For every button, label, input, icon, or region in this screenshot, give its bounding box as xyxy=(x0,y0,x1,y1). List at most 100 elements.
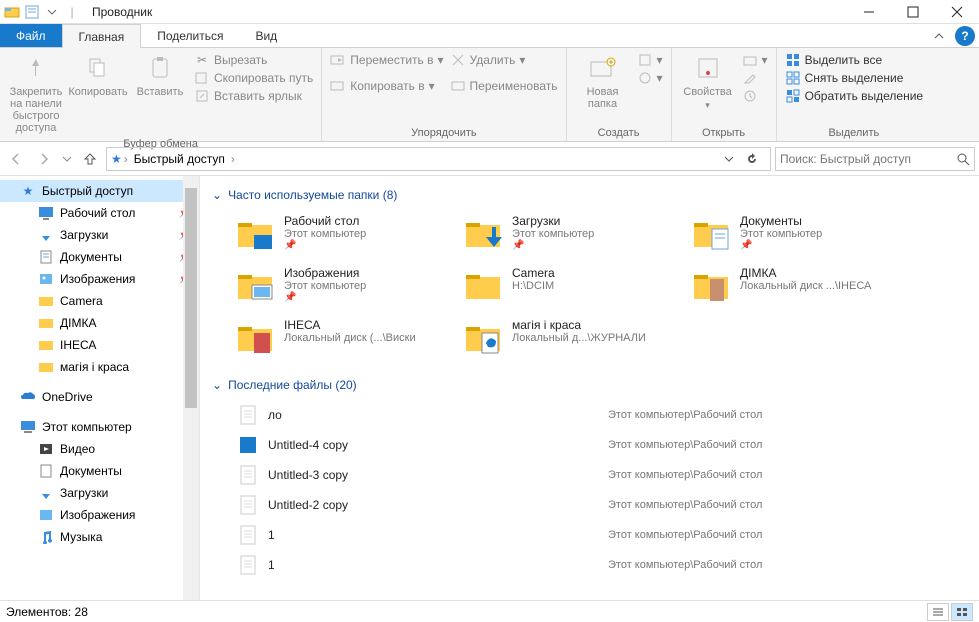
nav-pictures[interactable]: Изображения📌 xyxy=(0,268,199,290)
videos-icon xyxy=(38,441,54,457)
forward-button[interactable] xyxy=(32,147,56,171)
nav-documents2[interactable]: Документы xyxy=(0,460,199,482)
delete-button[interactable]: Удалить ▾ xyxy=(450,52,558,68)
folder-item[interactable]: ДІМКАЛокальный диск ...\ІНЕСА xyxy=(688,262,908,310)
move-to-button[interactable]: Переместить в ▾ xyxy=(330,52,443,68)
file-item[interactable]: Untitled-2 copyЭтот компьютер\Рабочий ст… xyxy=(232,490,975,520)
invert-selection-button[interactable]: Обратить выделение xyxy=(785,88,924,104)
folder-icon xyxy=(236,266,276,306)
nav-videos[interactable]: Видео xyxy=(0,438,199,460)
edit-button[interactable] xyxy=(742,70,768,86)
pin-icon: 📌 xyxy=(284,240,366,251)
scrollbar-thumb[interactable] xyxy=(185,188,197,408)
breadcrumb-root[interactable]: Быстрый доступ xyxy=(130,152,229,166)
close-button[interactable] xyxy=(935,0,979,24)
cut-button[interactable]: ✂Вырезать xyxy=(194,52,313,68)
nav-pictures2[interactable]: Изображения xyxy=(0,504,199,526)
search-input[interactable] xyxy=(780,152,956,166)
copy-path-button[interactable]: Скопировать путь xyxy=(194,70,313,86)
quick-access-toolbar: | xyxy=(0,4,84,20)
folder-name: Загрузки xyxy=(512,214,594,228)
nav-magia[interactable]: магія і краса xyxy=(0,356,199,378)
search-box[interactable] xyxy=(775,147,975,171)
nav-camera[interactable]: Camera xyxy=(0,290,199,312)
file-item[interactable]: 1Этот компьютер\Рабочий стол xyxy=(232,520,975,550)
recent-locations-button[interactable] xyxy=(60,147,74,171)
maximize-button[interactable] xyxy=(891,0,935,24)
properties-button[interactable]: Свойства ▾ xyxy=(678,50,738,113)
tab-share[interactable]: Поделиться xyxy=(141,24,239,47)
nav-onedrive[interactable]: OneDrive xyxy=(0,386,199,408)
tab-file[interactable]: Файл xyxy=(0,24,62,47)
ribbon-collapse-button[interactable] xyxy=(927,24,951,47)
file-item[interactable]: лоЭтот компьютер\Рабочий стол xyxy=(232,400,975,430)
folder-item[interactable]: CameraH:\DCIM xyxy=(460,262,680,310)
help-button[interactable]: ? xyxy=(955,26,975,46)
pin-to-quickaccess-button[interactable]: Закрепить на панели быстрого доступа xyxy=(6,50,66,136)
qat-sep: | xyxy=(64,4,80,20)
folder-item[interactable]: Рабочий столЭтот компьютер📌 xyxy=(232,210,452,258)
select-none-button[interactable]: Снять выделение xyxy=(785,70,924,86)
folder-icon xyxy=(464,214,504,254)
folder-name: Документы xyxy=(740,214,822,228)
search-icon[interactable] xyxy=(956,152,970,166)
nav-downloads2[interactable]: Загрузки xyxy=(0,482,199,504)
navigation-pane[interactable]: ★Быстрый доступ Рабочий стол📌 Загрузки📌 … xyxy=(0,176,200,600)
content-pane[interactable]: ⌄ Часто используемые папки (8) Рабочий с… xyxy=(200,176,979,600)
file-name: Untitled-4 copy xyxy=(268,438,608,452)
file-item[interactable]: 1Этот компьютер\Рабочий стол xyxy=(232,550,975,580)
open-button[interactable]: ▾ xyxy=(742,52,768,68)
select-all-button[interactable]: Выделить все xyxy=(785,52,924,68)
file-item[interactable]: Untitled-3 copyЭтот компьютер\Рабочий ст… xyxy=(232,460,975,490)
copy-to-button[interactable]: Копировать в ▾ xyxy=(330,78,443,94)
icons-view-button[interactable] xyxy=(951,603,973,621)
nav-desktop[interactable]: Рабочий стол📌 xyxy=(0,202,199,224)
copy-button[interactable]: Копировать xyxy=(68,50,128,100)
folder-item[interactable]: ЗагрузкиЭтот компьютер📌 xyxy=(460,210,680,258)
paste-shortcut-button[interactable]: Вставить ярлык xyxy=(194,88,313,104)
tab-home[interactable]: Главная xyxy=(62,24,142,48)
folder-item[interactable]: ІНЕСАЛокальный диск (...\Виски xyxy=(232,314,452,362)
up-button[interactable] xyxy=(78,147,102,171)
file-item[interactable]: Untitled-4 copyЭтот компьютер\Рабочий ст… xyxy=(232,430,975,460)
folder-name: ІНЕСА xyxy=(284,318,416,332)
copyto-icon xyxy=(330,78,346,94)
section-frequent-folders[interactable]: ⌄ Часто используемые папки (8) xyxy=(204,184,975,206)
new-folder-button[interactable]: Новая папка xyxy=(573,50,633,112)
rename-button[interactable]: Переименовать xyxy=(450,78,558,94)
address-dropdown-button[interactable] xyxy=(724,154,744,164)
tab-view[interactable]: Вид xyxy=(239,24,293,47)
refresh-button[interactable] xyxy=(746,153,766,165)
nav-inesa[interactable]: ІНЕСА xyxy=(0,334,199,356)
folder-item[interactable]: магія і красаЛокальный д...\ЖУРНАЛИ xyxy=(460,314,680,362)
easy-access-button[interactable]: ▾ xyxy=(637,70,663,86)
qat-properties-icon[interactable] xyxy=(24,4,40,20)
qat-dropdown-icon[interactable] xyxy=(44,4,60,20)
group-label-organize: Упорядочить xyxy=(328,125,559,139)
history-button[interactable] xyxy=(742,88,768,104)
nav-quick-access[interactable]: ★Быстрый доступ xyxy=(0,180,199,202)
nav-downloads[interactable]: Загрузки📌 xyxy=(0,224,199,246)
nav-this-pc[interactable]: Этот компьютер xyxy=(0,416,199,438)
folder-item[interactable]: ДокументыЭтот компьютер📌 xyxy=(688,210,908,258)
nav-dimka[interactable]: ДІМКА xyxy=(0,312,199,334)
minimize-button[interactable] xyxy=(847,0,891,24)
paste-button[interactable]: Вставить xyxy=(130,50,190,100)
select-all-icon xyxy=(785,52,801,68)
edit-icon xyxy=(742,70,758,86)
folder-path: H:\DCIM xyxy=(512,280,555,292)
nav-scrollbar[interactable] xyxy=(183,176,199,600)
section-recent-files[interactable]: ⌄ Последние файлы (20) xyxy=(204,374,975,396)
nav-music[interactable]: Музыка xyxy=(0,526,199,548)
address-bar-row: ★ › Быстрый доступ › xyxy=(0,142,979,176)
chevron-down-icon: ▾ xyxy=(657,71,663,85)
properties-icon xyxy=(692,52,724,84)
details-view-button[interactable] xyxy=(927,603,949,621)
folder-path: Этот компьютер xyxy=(512,228,594,240)
new-item-button[interactable]: ▾ xyxy=(637,52,663,68)
nav-documents[interactable]: Документы📌 xyxy=(0,246,199,268)
back-button[interactable] xyxy=(4,147,28,171)
breadcrumb-sep: › xyxy=(124,152,128,166)
address-bar[interactable]: ★ › Быстрый доступ › xyxy=(106,147,771,171)
folder-item[interactable]: ИзображенияЭтот компьютер📌 xyxy=(232,262,452,310)
